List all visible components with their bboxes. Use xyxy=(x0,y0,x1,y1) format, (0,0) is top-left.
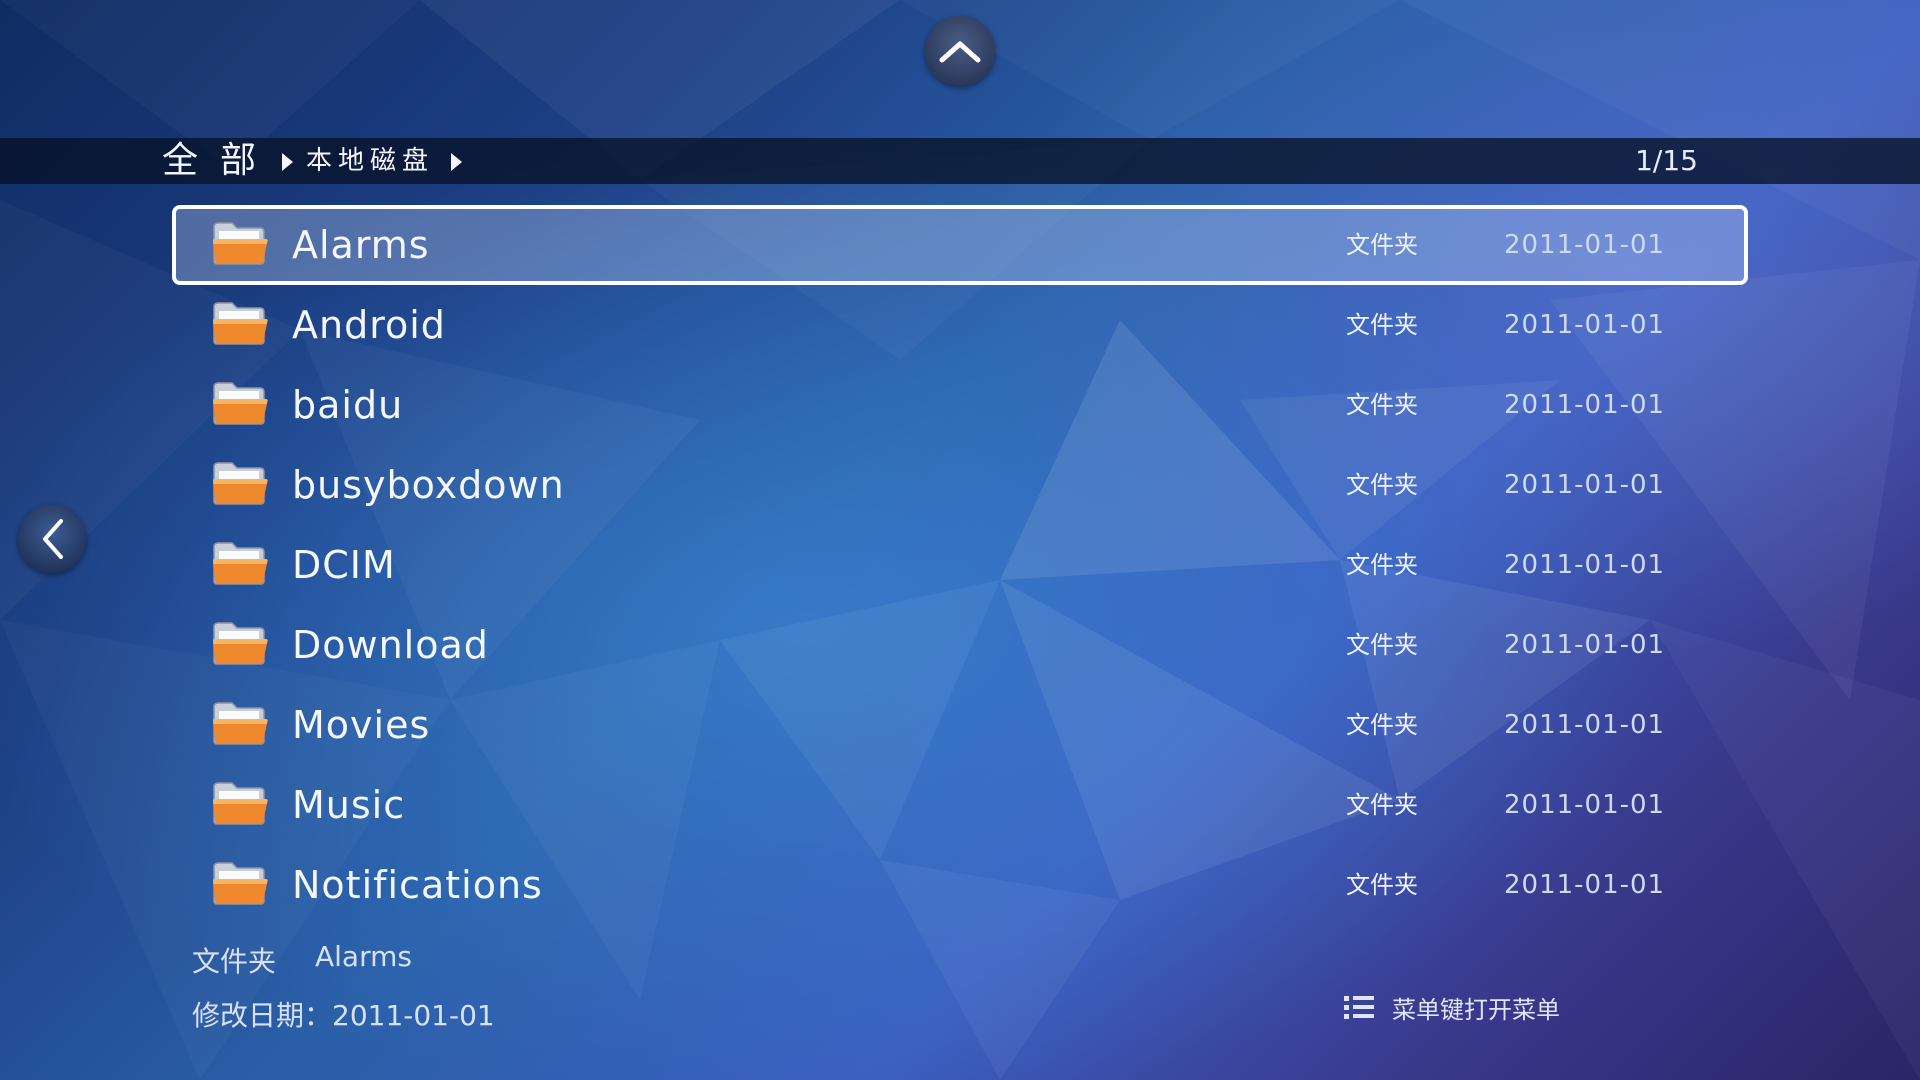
file-type: 文件夹 xyxy=(1346,311,1418,339)
file-row[interactable]: Movies 文件夹 2011-01-01 xyxy=(172,685,1748,765)
file-type: 文件夹 xyxy=(1346,631,1418,659)
selected-item-type: 文件夹 xyxy=(192,945,277,978)
file-row[interactable]: Download 文件夹 2011-01-01 xyxy=(172,605,1748,685)
file-type: 文件夹 xyxy=(1346,711,1418,739)
menu-hint: 菜单键打开菜单 xyxy=(1344,990,1560,1025)
file-date: 2011-01-01 xyxy=(1504,230,1666,260)
file-date: 2011-01-01 xyxy=(1504,870,1666,900)
file-type: 文件夹 xyxy=(1346,791,1418,819)
file-row[interactable]: Music 文件夹 2011-01-01 xyxy=(172,765,1748,845)
file-row[interactable]: busyboxdown 文件夹 2011-01-01 xyxy=(172,445,1748,525)
file-name: busyboxdown xyxy=(292,463,565,507)
chevron-left-icon xyxy=(43,519,63,559)
file-row[interactable]: baidu 文件夹 2011-01-01 xyxy=(172,365,1748,445)
file-list: Alarms 文件夹 2011-01-01 Android 文件夹 2011-01-01 b… xyxy=(172,205,1748,925)
file-name: Notifications xyxy=(292,863,543,907)
file-row[interactable]: Android 文件夹 2011-01-01 xyxy=(172,285,1748,365)
selected-item-modified-date: 修改日期：2011-01-01 xyxy=(192,999,495,1032)
file-type: 文件夹 xyxy=(1346,231,1418,259)
folder-icon xyxy=(212,219,268,267)
folder-icon xyxy=(212,779,268,827)
file-date: 2011-01-01 xyxy=(1504,550,1666,580)
folder-icon xyxy=(212,859,268,907)
folder-icon xyxy=(212,459,268,507)
file-row[interactable]: DCIM 文件夹 2011-01-01 xyxy=(172,525,1748,605)
file-name: DCIM xyxy=(292,543,396,587)
file-row[interactable]: Alarms 文件夹 2011-01-01 xyxy=(172,205,1748,285)
breadcrumb-current[interactable]: 本地磁盘 xyxy=(306,138,434,184)
chevron-up-icon xyxy=(939,41,981,63)
file-row[interactable]: Notifications 文件夹 2011-01-01 xyxy=(172,845,1748,925)
scroll-up-button[interactable] xyxy=(925,16,995,86)
folder-icon xyxy=(212,699,268,747)
menu-hint-text: 菜单键打开菜单 xyxy=(1392,996,1560,1024)
file-date: 2011-01-01 xyxy=(1504,470,1666,500)
file-date: 2011-01-01 xyxy=(1504,310,1666,340)
file-name: Android xyxy=(292,303,446,347)
file-type: 文件夹 xyxy=(1346,471,1418,499)
selected-item-name: Alarms xyxy=(315,940,412,973)
file-name: Movies xyxy=(292,703,431,747)
file-date: 2011-01-01 xyxy=(1504,390,1666,420)
breadcrumb-root[interactable]: 全部 xyxy=(162,138,278,184)
folder-icon xyxy=(212,299,268,347)
file-name: Music xyxy=(292,783,406,827)
breadcrumb-separator-icon xyxy=(451,153,462,171)
folder-icon xyxy=(212,539,268,587)
file-name: baidu xyxy=(292,383,404,427)
file-type: 文件夹 xyxy=(1346,871,1418,899)
file-name: Alarms xyxy=(292,223,430,267)
page-counter: 1/15 xyxy=(1635,144,1698,177)
file-date: 2011-01-01 xyxy=(1504,630,1666,660)
back-button[interactable] xyxy=(18,505,86,573)
list-menu-icon xyxy=(1344,995,1374,1019)
file-type: 文件夹 xyxy=(1346,551,1418,579)
breadcrumb: 全部 本地磁盘 1/15 xyxy=(0,138,1920,184)
breadcrumb-separator-icon xyxy=(282,153,293,171)
folder-icon xyxy=(212,379,268,427)
folder-icon xyxy=(212,619,268,667)
file-name: Download xyxy=(292,623,489,667)
file-date: 2011-01-01 xyxy=(1504,710,1666,740)
file-date: 2011-01-01 xyxy=(1504,790,1666,820)
file-type: 文件夹 xyxy=(1346,391,1418,419)
